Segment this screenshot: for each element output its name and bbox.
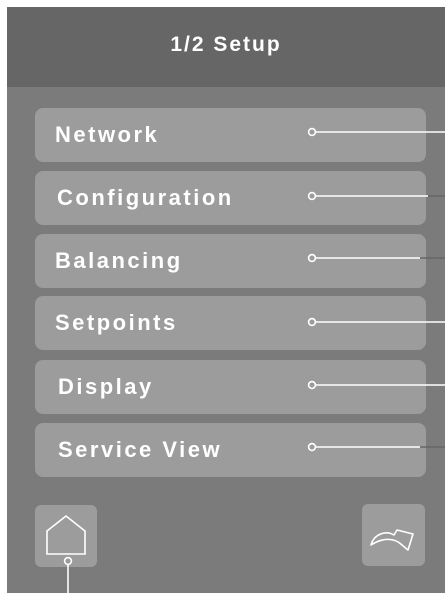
page-title: 1/2 Setup — [170, 33, 282, 56]
menu-item-label: Balancing — [55, 248, 183, 273]
menu-item-display[interactable]: Display — [35, 360, 426, 414]
menu-item-balancing[interactable]: Balancing — [35, 234, 426, 288]
menu-item-label: Configuration — [57, 185, 234, 210]
menu-item-label: Network — [55, 122, 160, 147]
setup-screen: 1/2 Setup Network Configuration Balancin… — [7, 7, 445, 593]
menu-item-service-view[interactable]: Service View — [35, 423, 426, 477]
home-button[interactable] — [35, 505, 97, 567]
menu-item-label: Display — [58, 374, 154, 399]
menu-item-setpoints[interactable]: Setpoints — [35, 296, 426, 350]
menu-item-label: Setpoints — [55, 310, 178, 335]
menu-item-label: Service View — [58, 437, 223, 462]
header-bar: 1/2 Setup — [7, 7, 445, 87]
home-icon — [46, 514, 86, 555]
next-page-button[interactable] — [362, 504, 425, 566]
menu-item-configuration[interactable]: Configuration — [35, 171, 426, 225]
curved-arrow-icon — [370, 529, 414, 551]
menu-item-network[interactable]: Network — [35, 108, 426, 162]
